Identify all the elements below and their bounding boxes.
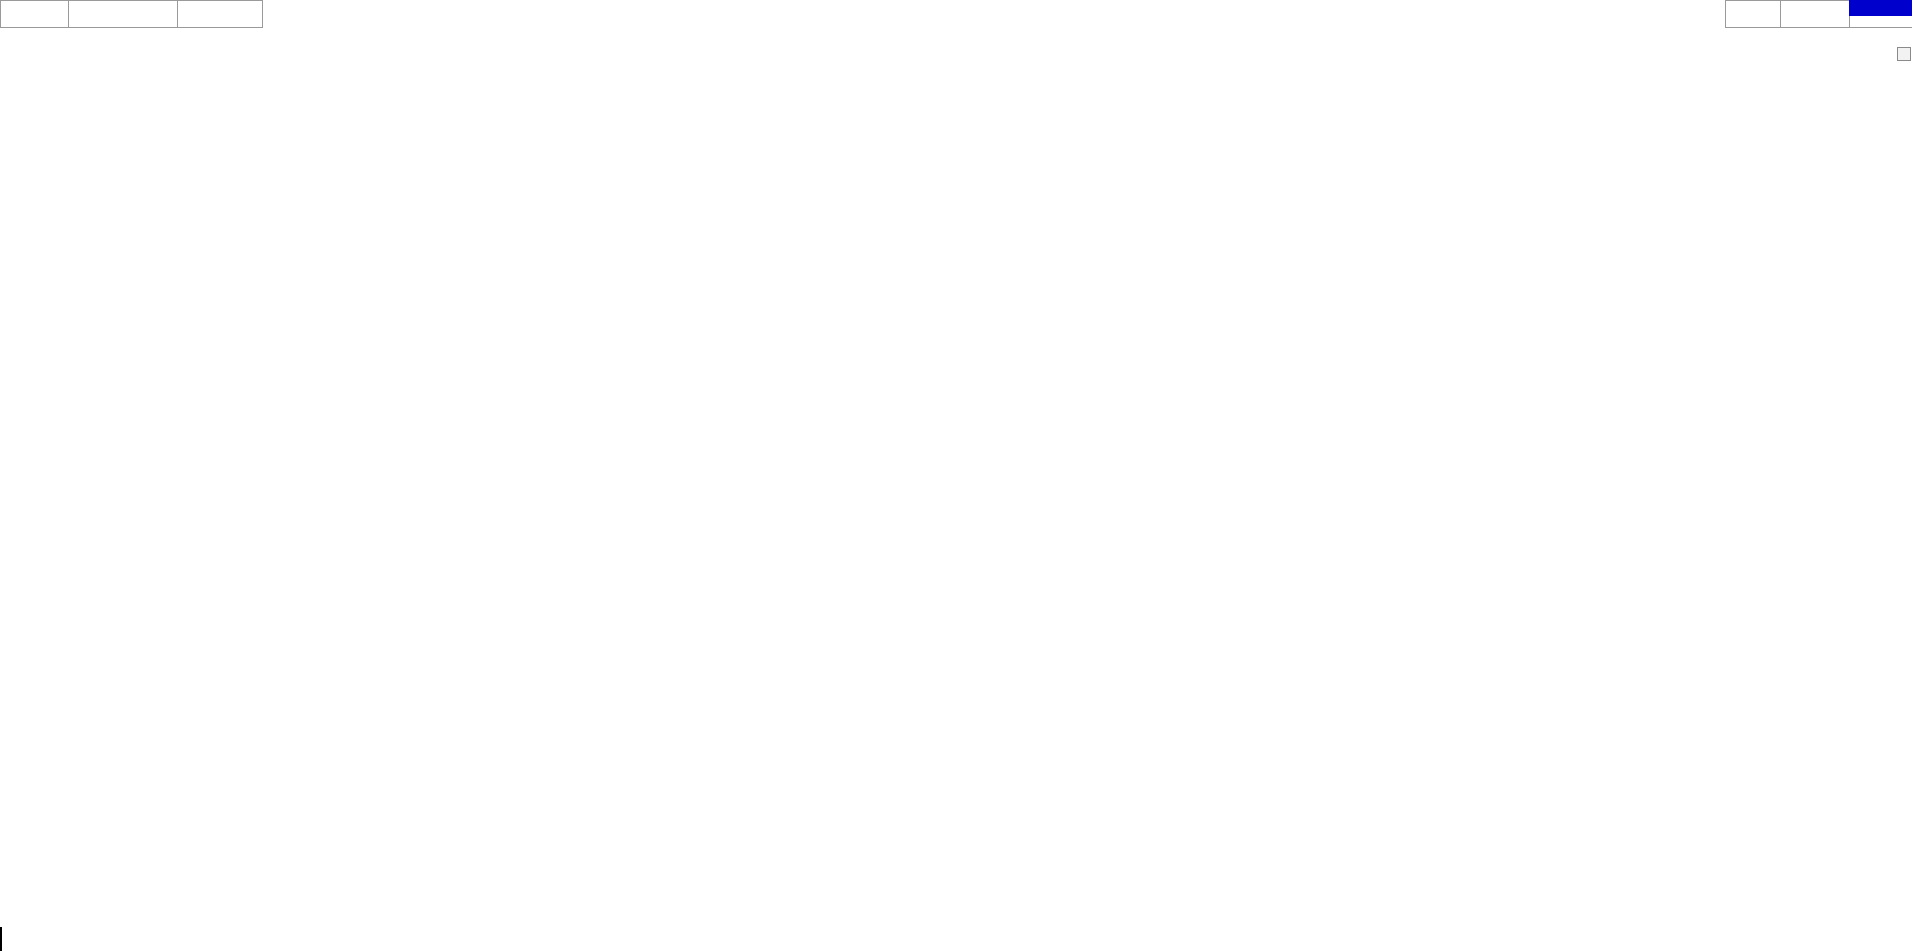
- period-dropdown[interactable]: [0, 13, 69, 28]
- x-axis-l-cell: [0, 927, 2, 951]
- minimize-button[interactable]: [1897, 47, 1911, 61]
- exchange-label: [1725, 13, 1781, 28]
- price-chart-canvas: [0, 0, 1912, 952]
- last-price-badge: [1849, 0, 1912, 16]
- date-from-field[interactable]: [68, 0, 178, 14]
- period-high-label: [1780, 0, 1850, 14]
- period-low-label: [1780, 13, 1850, 28]
- category-label: [1725, 0, 1781, 14]
- wkn-field[interactable]: [177, 0, 263, 14]
- currency-field: [177, 13, 263, 28]
- taipan-chart-window: [0, 0, 1912, 952]
- date-to-field[interactable]: [68, 13, 178, 28]
- bars-count-dropdown[interactable]: [0, 0, 69, 14]
